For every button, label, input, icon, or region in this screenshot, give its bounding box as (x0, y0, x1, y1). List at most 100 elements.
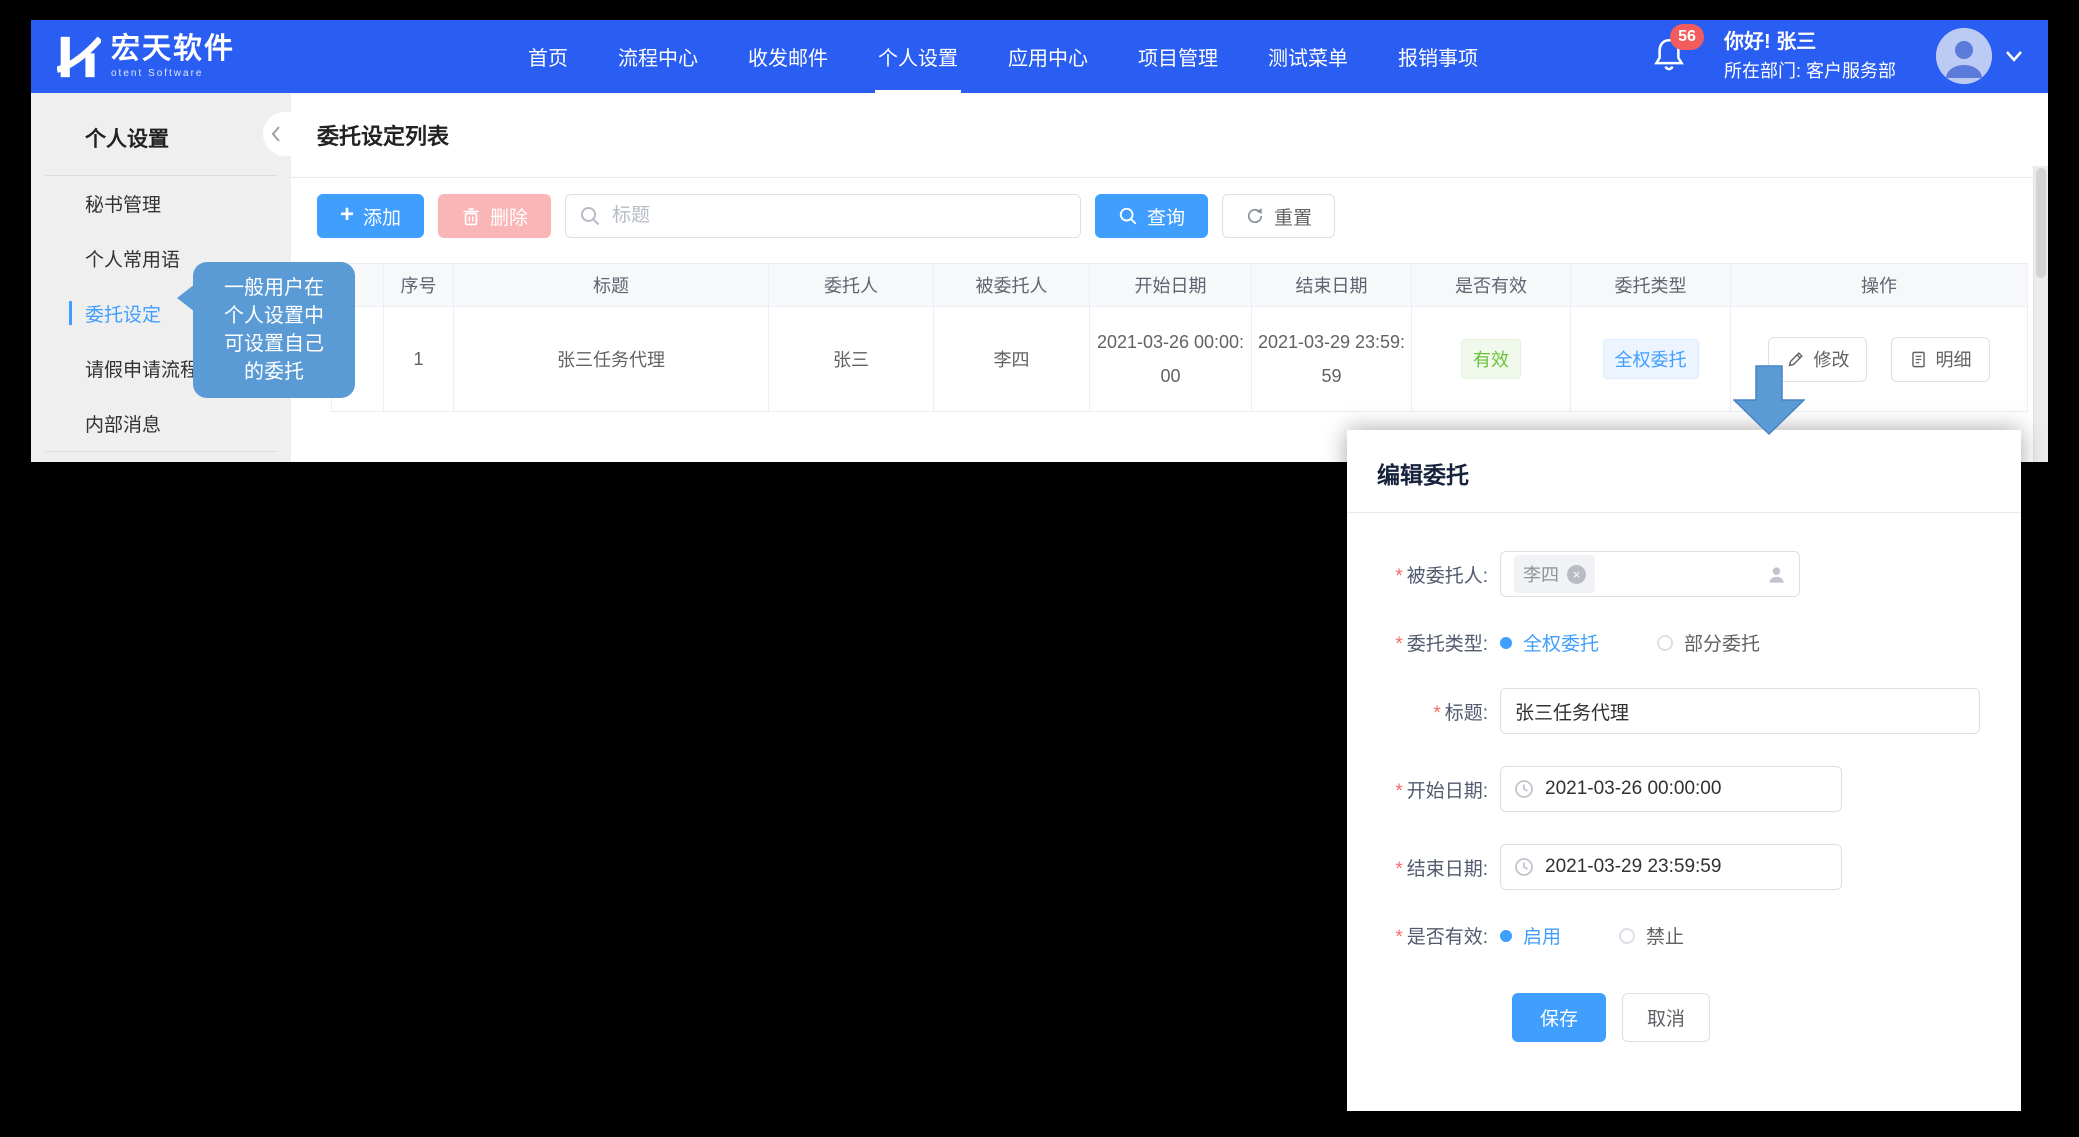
tag-close-icon[interactable]: × (1567, 565, 1586, 584)
field-validity: *是否有效: 启用 禁止 (1347, 922, 2021, 949)
required-asterisk: * (1395, 634, 1402, 655)
field-delegation-type: *委托类型: 全权委托 部分委托 (1347, 629, 2021, 656)
person-icon[interactable] (1767, 565, 1786, 584)
refresh-icon (1245, 206, 1265, 226)
title-input[interactable] (1500, 688, 1980, 734)
chevron-down-icon[interactable] (2004, 49, 2024, 63)
col-index: 序号 (384, 264, 454, 307)
radio-disable[interactable]: 禁止 (1619, 922, 1684, 949)
col-end-date: 结束日期 (1252, 264, 1412, 307)
cell-delegatee: 李四 (934, 307, 1090, 412)
hotent-logo-icon (57, 34, 101, 80)
search-input[interactable] (565, 194, 1081, 238)
detail-button[interactable]: 明细 (1891, 337, 1990, 382)
notification-badge: 56 (1670, 24, 1704, 50)
nav-item-expense[interactable]: 报销事项 (1373, 20, 1503, 93)
nav-item-process-center[interactable]: 流程中心 (593, 20, 723, 93)
nav-item-project-management[interactable]: 项目管理 (1113, 20, 1243, 93)
scrollbar-thumb[interactable] (2036, 168, 2046, 278)
sidebar-title: 个人设置 (31, 93, 291, 175)
field-end-date: *结束日期: 2021-03-29 23:59:59 (1347, 844, 2021, 890)
delegatee-tag: 李四 × (1514, 555, 1595, 593)
required-asterisk: * (1395, 859, 1402, 880)
sidebar-item-secretary-management[interactable]: 秘书管理 (31, 176, 291, 231)
clock-icon (1514, 779, 1534, 799)
logo-subtitle: otent Software (111, 68, 235, 79)
avatar[interactable] (1936, 28, 1992, 84)
radio-enable[interactable]: 启用 (1500, 922, 1561, 949)
radio-dot (1657, 635, 1673, 651)
plus-icon: + (340, 203, 354, 227)
start-date-picker[interactable]: 2021-03-26 00:00:00 (1500, 766, 1842, 812)
table-header-row: 序号 标题 委托人 被委托人 开始日期 结束日期 是否有效 委托类型 操作 (332, 264, 2028, 307)
required-asterisk: * (1395, 927, 1402, 948)
dialog-actions: 保存 取消 (1512, 993, 2021, 1042)
query-button[interactable]: 查询 (1095, 194, 1208, 238)
logo-title: 宏天软件 (111, 35, 235, 64)
chevron-left-icon (270, 125, 282, 143)
add-button[interactable]: + 添加 (317, 194, 424, 238)
nav-item-home[interactable]: 首页 (503, 20, 593, 93)
radio-full-delegation[interactable]: 全权委托 (1500, 629, 1599, 656)
logo: 宏天软件 otent Software (57, 34, 235, 80)
page-title-bar: 委托设定列表 (291, 93, 2048, 178)
col-actions: 操作 (1731, 264, 2028, 307)
radio-dot (1619, 928, 1635, 944)
greeting-text: 你好! 张三 (1724, 27, 1896, 58)
user-greeting: 你好! 张三 所在部门: 客户服务部 (1724, 27, 1896, 86)
cell-valid: 有效 (1412, 307, 1571, 412)
status-badge-valid: 有效 (1461, 339, 1521, 379)
annotation-callout: 一般用户在 个人设置中 可设置自己 的委托 (193, 262, 355, 398)
end-date-picker[interactable]: 2021-03-29 23:59:59 (1500, 844, 1842, 890)
field-start-date: *开始日期: 2021-03-26 00:00:00 (1347, 766, 2021, 812)
col-title: 标题 (454, 264, 769, 307)
col-type: 委托类型 (1571, 264, 1731, 307)
divider (45, 451, 277, 452)
save-button[interactable]: 保存 (1512, 993, 1606, 1042)
top-navbar: 宏天软件 otent Software 首页 流程中心 收发邮件 个人设置 应用… (31, 20, 2048, 93)
radio-dot (1500, 930, 1512, 942)
col-delegatee: 被委托人 (934, 264, 1090, 307)
type-badge: 全权委托 (1603, 339, 1699, 379)
col-valid: 是否有效 (1412, 264, 1571, 307)
nav-item-mail[interactable]: 收发邮件 (723, 20, 853, 93)
nav-item-app-center[interactable]: 应用中心 (983, 20, 1113, 93)
annotation-arrow-down (1733, 365, 1805, 435)
notification-bell[interactable]: 56 (1654, 36, 1690, 76)
cell-type: 全权委托 (1571, 307, 1731, 412)
toolbar: + 添加 删除 (291, 178, 2048, 238)
dialog-header: 编辑委托 (1347, 430, 2021, 513)
delegatee-input[interactable]: 李四 × (1500, 551, 1800, 597)
search-icon (579, 205, 601, 227)
topbar-right: 56 你好! 张三 所在部门: 客户服务部 (1654, 27, 2024, 86)
required-asterisk: * (1433, 703, 1440, 724)
page-title: 委托设定列表 (317, 119, 449, 151)
delete-button[interactable]: 删除 (438, 194, 551, 238)
vertical-scrollbar[interactable] (2033, 166, 2048, 462)
nav-item-personal-settings[interactable]: 个人设置 (853, 20, 983, 93)
clock-icon (1514, 857, 1534, 877)
main-nav: 首页 流程中心 收发邮件 个人设置 应用中心 项目管理 测试菜单 报销事项 (503, 20, 1503, 93)
search-icon (1118, 206, 1138, 226)
document-icon (1909, 350, 1928, 369)
sidebar-item-internal-messages[interactable]: 内部消息 (31, 396, 291, 451)
trash-icon (461, 206, 481, 227)
reset-button[interactable]: 重置 (1222, 194, 1335, 238)
department-text: 所在部门: 客户服务部 (1724, 58, 1896, 86)
search-box (565, 194, 1081, 238)
field-title: *标题: (1347, 688, 2021, 734)
field-delegatee: *被委托人: 李四 × (1347, 551, 2021, 597)
radio-dot (1500, 637, 1512, 649)
cell-index: 1 (384, 307, 454, 412)
cancel-button[interactable]: 取消 (1622, 993, 1710, 1042)
radio-partial-delegation[interactable]: 部分委托 (1657, 629, 1760, 656)
required-asterisk: * (1395, 566, 1402, 587)
cell-title: 张三任务代理 (454, 307, 769, 412)
cell-end-date: 2021-03-29 23:59:59 (1252, 307, 1412, 412)
dialog-title: 编辑委托 (1377, 462, 1469, 488)
col-delegator: 委托人 (769, 264, 934, 307)
nav-item-test-menu[interactable]: 测试菜单 (1243, 20, 1373, 93)
required-asterisk: * (1395, 781, 1402, 802)
cell-delegator: 张三 (769, 307, 934, 412)
avatar-person-icon (1936, 28, 1992, 84)
